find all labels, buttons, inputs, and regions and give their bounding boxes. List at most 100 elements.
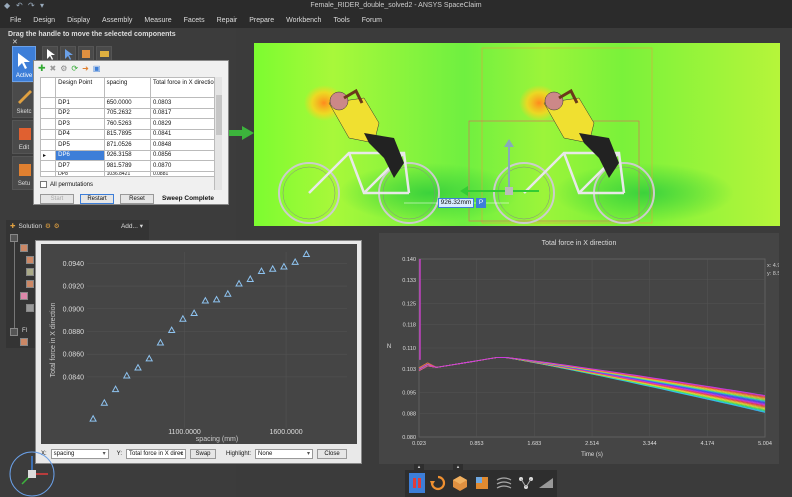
add-dropdown[interactable]: Add... ▾: [121, 222, 143, 230]
data-point: [100, 398, 109, 406]
face-select-icon[interactable]: [473, 474, 491, 492]
dimension-input[interactable]: 926.32mm: [438, 198, 474, 208]
tree-expander-icon[interactable]: [10, 234, 18, 242]
table-row[interactable]: DP8 1036.8421 0.0881: [39, 170, 219, 177]
settings-icon[interactable]: ⚙: [60, 64, 67, 73]
solution-settings-icon[interactable]: ⚙: [45, 222, 51, 230]
nodes-icon[interactable]: [517, 474, 535, 492]
save-icon[interactable]: ▣: [93, 64, 101, 73]
menu-display[interactable]: Display: [67, 17, 90, 24]
dimension-pin-button[interactable]: P: [476, 198, 486, 208]
table-row[interactable]: DP3 760.5263 0.0829: [39, 118, 219, 130]
cell-design-point[interactable]: DP8: [55, 170, 105, 177]
menu-file[interactable]: File: [10, 17, 21, 24]
data-point: [89, 414, 97, 422]
select-arrow-blue-icon: [65, 49, 73, 60]
refresh-icon[interactable]: ⟳: [71, 64, 78, 73]
scrollbar-thumb[interactable]: [216, 95, 222, 135]
y-tick-label: 0.095: [402, 391, 416, 397]
cell-spacing[interactable]: 1036.8421: [103, 170, 151, 177]
all-permutations-checkbox[interactable]: [40, 181, 47, 188]
expand-toolbar-icon[interactable]: ▴: [414, 464, 424, 470]
tree-expander-icon[interactable]: [10, 328, 18, 336]
all-permutations-option[interactable]: All permutations: [40, 181, 93, 188]
data-point: [257, 267, 266, 275]
menu-tools[interactable]: Tools: [333, 17, 349, 24]
menu-prepare[interactable]: Prepare: [249, 17, 274, 24]
export-icon[interactable]: ➜: [82, 64, 89, 73]
cell-force: 0.0841: [149, 128, 219, 140]
tree-item-icon[interactable]: [20, 338, 28, 346]
y-axis-title: N: [387, 344, 391, 350]
menu-design[interactable]: Design: [33, 17, 55, 24]
reset-button[interactable]: Reset: [120, 194, 154, 204]
highlight-select[interactable]: None ▾: [255, 449, 314, 459]
cell-design-point[interactable]: DP1: [55, 97, 105, 109]
cell-design-point[interactable]: DP5: [55, 139, 105, 151]
cell-spacing[interactable]: 926.3158: [103, 149, 151, 161]
expand-toolbar-icon[interactable]: ▴: [453, 464, 463, 470]
table-row[interactable]: DP5 871.0526 0.0848: [39, 139, 219, 151]
tree-item-icon[interactable]: [20, 244, 28, 252]
menu-forum[interactable]: Forum: [362, 17, 382, 24]
solution-options-icon[interactable]: ⚙: [54, 222, 60, 230]
x-tick-label: 0.023: [412, 441, 426, 447]
menu-repair[interactable]: Repair: [217, 17, 238, 24]
tree-item-icon[interactable]: [20, 292, 28, 300]
add-icon[interactable]: ✚: [10, 222, 15, 230]
y-axis-title: Total force in X direction: [50, 303, 57, 378]
cell-spacing[interactable]: 705.2632: [103, 107, 151, 119]
simulation-view[interactable]: [254, 43, 780, 226]
force-time-chart[interactable]: Total force in X direction0.0800.0880.09…: [379, 233, 779, 464]
tree-item-label[interactable]: Fl: [22, 328, 27, 334]
y-axis-select-value: Total force in X direc: [129, 451, 184, 457]
cell-spacing[interactable]: 760.5263: [103, 118, 151, 130]
x-axis-select[interactable]: spacing ▾: [50, 449, 109, 459]
pull-tool-icon: [82, 50, 90, 58]
data-point: [291, 257, 300, 265]
menu-facets[interactable]: Facets: [184, 17, 205, 24]
box-icon[interactable]: [451, 474, 469, 492]
table-row[interactable]: DP4 815.7895 0.0841: [39, 128, 219, 140]
sweep-toolbar: ✚ ✖ ⚙ ⟳ ➜ ▣: [34, 61, 228, 75]
start-button[interactable]: Start: [40, 194, 74, 204]
flow-lines-icon[interactable]: [495, 474, 513, 492]
cell-design-point[interactable]: DP7: [55, 160, 105, 172]
cell-design-point[interactable]: DP6: [55, 149, 105, 161]
data-point: [145, 354, 154, 362]
close-icon[interactable]: ✕: [12, 38, 18, 46]
cell-design-point[interactable]: DP4: [55, 128, 105, 140]
table-row[interactable]: DP2 705.2632 0.0817: [39, 107, 219, 119]
menu-assembly[interactable]: Assembly: [102, 17, 132, 24]
menu-workbench[interactable]: Workbench: [286, 17, 321, 24]
menu-measure[interactable]: Measure: [144, 17, 171, 24]
x-tick-label: 1600.0000: [270, 429, 303, 436]
cursor-readout: x: 4.99: [767, 263, 779, 269]
cell-design-point[interactable]: DP3: [55, 118, 105, 130]
tree-item-icon[interactable]: [26, 268, 34, 276]
tree-item-icon[interactable]: [26, 280, 34, 288]
view-orientation-cube-icon[interactable]: [8, 448, 58, 497]
table-row[interactable]: DP1 650.0000 0.0803: [39, 97, 219, 109]
close-button[interactable]: Close: [317, 449, 348, 459]
y-axis-select[interactable]: Total force in X direc ▾: [126, 449, 187, 459]
scatter-chart[interactable]: 0.0840 0.0860 0.0880 0.0900 0.0920 0.0940 1100…: [41, 244, 357, 444]
cell-spacing[interactable]: 815.7895: [103, 128, 151, 140]
mesh-icon[interactable]: [537, 474, 555, 492]
delete-design-point-icon[interactable]: ✖: [50, 64, 57, 73]
cell-design-point[interactable]: DP2: [55, 107, 105, 119]
table-row[interactable]: DP7 981.5789 0.0870: [39, 160, 219, 172]
data-point: [235, 279, 243, 287]
rotate-icon[interactable]: [429, 474, 447, 492]
restart-button[interactable]: Restart: [80, 194, 114, 204]
pause-button[interactable]: [409, 473, 425, 493]
add-design-point-icon[interactable]: ✚: [38, 63, 46, 74]
tree-item-icon[interactable]: [26, 304, 34, 312]
cell-spacing[interactable]: 650.0000: [103, 97, 151, 109]
tree-item-icon[interactable]: [26, 256, 34, 264]
swap-button[interactable]: Swap: [190, 449, 217, 459]
cell-spacing[interactable]: 981.5789: [103, 160, 151, 172]
cell-spacing[interactable]: 871.0526: [103, 139, 151, 151]
table-scrollbar[interactable]: [214, 77, 222, 190]
table-row-selected[interactable]: ▸ DP6 926.3158 0.0856: [39, 149, 219, 161]
